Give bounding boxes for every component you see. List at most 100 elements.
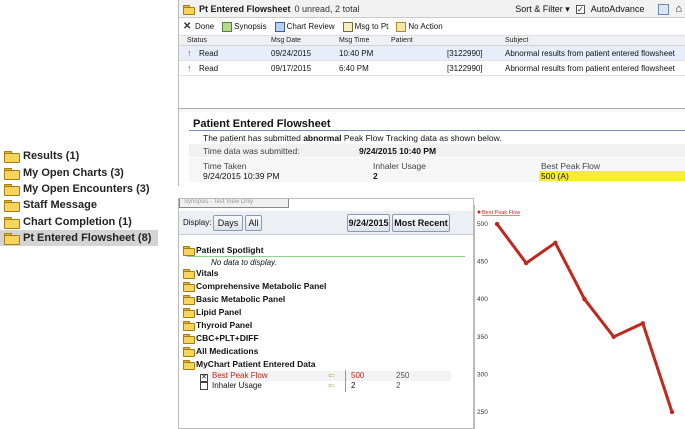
row-checkbox[interactable]	[200, 382, 208, 390]
no-action-button[interactable]: No Action	[396, 21, 443, 32]
section-cbc[interactable]: CBC+PLT+DIFF	[183, 332, 259, 344]
value-time-taken: 9/24/2015 10:39 PM	[203, 171, 280, 181]
folder-staff-message[interactable]: Staff Message	[0, 197, 158, 213]
msg-to-pt-button[interactable]: Msg to Pt	[342, 21, 389, 32]
folder-icon	[4, 167, 20, 180]
auto-advance-checkbox[interactable]: ✓	[575, 4, 585, 14]
time-value: 9/24/2015 10:40 PM	[359, 146, 437, 156]
synopsis-label: Synopsis	[234, 22, 267, 31]
done-button[interactable]: ✕ Done	[183, 21, 214, 32]
folder-icon	[4, 151, 20, 164]
folder-chart-completion[interactable]: Chart Completion (1)	[0, 214, 158, 230]
data-point[interactable]	[494, 221, 500, 227]
red-arrow-up-icon: ↑	[187, 63, 192, 73]
comment-icon[interactable]: ⇦	[328, 381, 335, 391]
no-action-label: No Action	[408, 22, 443, 31]
y-tick-label: 500	[477, 221, 488, 228]
data-point[interactable]	[640, 321, 646, 326]
row-date: 09/24/2015	[271, 49, 312, 58]
display-label: Display:	[183, 218, 212, 227]
no-action-icon	[396, 21, 407, 32]
y-tick-label: 450	[477, 259, 488, 266]
panel-divider[interactable]	[179, 108, 685, 112]
row-time: 10:40 PM	[339, 49, 374, 58]
y-tick-label: 300	[477, 371, 488, 378]
series-line	[495, 223, 674, 413]
inbox-panel: Pt Entered Flowsheet 0 unread, 2 total S…	[178, 0, 685, 186]
synopsis-button[interactable]: Synopsis	[222, 21, 267, 32]
synopsis-tab[interactable]: Synopsis - Test View Only	[179, 199, 289, 208]
folder-my-open-charts[interactable]: My Open Charts (3)	[0, 164, 158, 180]
layout-icon[interactable]	[658, 3, 670, 15]
row-status: Read	[199, 64, 219, 73]
folder-pt-entered-flowsheet[interactable]: Pt Entered Flowsheet (8)	[0, 229, 158, 247]
column-header-status[interactable]: Status	[187, 36, 207, 46]
column-header-subject[interactable]: Subject	[505, 36, 528, 46]
column-header-patient[interactable]: Patient	[391, 36, 413, 46]
date-button[interactable]: 9/24/2015	[347, 214, 390, 232]
no-data-text: No data to display.	[211, 258, 277, 267]
comment-icon[interactable]: ⇦	[328, 371, 335, 381]
data-point[interactable]	[553, 240, 558, 245]
folder-icon	[183, 347, 195, 357]
flowsheet-row-best-peak-flow[interactable]: ✕ Best Peak Flow ⇦ 500 250	[200, 370, 451, 382]
value-inhaler-usage: 2	[373, 171, 378, 181]
y-tick-label: 350	[477, 334, 488, 341]
section-label: Thyroid Panel	[196, 320, 253, 330]
red-arrow-up-icon: ↑	[187, 48, 192, 58]
row-name: Inhaler Usage	[212, 381, 262, 390]
title-rule	[189, 130, 685, 131]
days-button[interactable]: Days	[213, 215, 243, 231]
table-row[interactable]: ↑ Read 09/24/2015 10:40 PM [3122990] Abn…	[179, 46, 685, 61]
folder-icon	[183, 282, 195, 292]
section-all-medications[interactable]: All Medications	[183, 345, 258, 357]
submitted-bold: abnormal	[303, 133, 342, 143]
legend-label[interactable]: Best Peak Flow	[482, 210, 520, 216]
sort-filter-button[interactable]: Sort & Filter ▾	[515, 4, 570, 15]
row-subject: Abnormal results from patient entered fl…	[505, 64, 675, 73]
message-table: Status Msg Date Msg Time Patient Subject…	[179, 36, 685, 76]
column-header-msg-date[interactable]: Msg Date	[271, 36, 301, 46]
section-basic-metabolic-panel[interactable]: Basic Metabolic Panel	[183, 293, 285, 305]
section-vitals[interactable]: Vitals	[183, 267, 219, 279]
folder-icon	[4, 233, 20, 246]
display-bar: Display: Days All 9/24/2015 Most Recent	[179, 211, 473, 235]
data-point[interactable]	[582, 297, 587, 302]
table-row[interactable]: ↑ Read 09/17/2015 6:40 PM [3122990] Abno…	[179, 61, 685, 76]
data-point[interactable]	[611, 334, 616, 339]
folder-results[interactable]: Results (1)	[0, 148, 158, 164]
folder-list: Results (1) My Open Charts (3) My Open E…	[0, 148, 158, 247]
row-patient: [3122990]	[447, 64, 483, 73]
column-header-msg-time[interactable]: Msg Time	[339, 36, 369, 46]
row-patient: [3122990]	[447, 49, 483, 58]
home-icon[interactable]: ⌂	[675, 3, 682, 15]
folder-my-open-encounters[interactable]: My Open Encounters (3)	[0, 181, 158, 197]
flowsheet-row-inhaler-usage[interactable]: Inhaler Usage ⇦ 2 2	[200, 380, 451, 392]
folder-icon	[183, 308, 195, 318]
section-lipid-panel[interactable]: Lipid Panel	[183, 306, 241, 318]
data-point[interactable]	[669, 409, 675, 415]
folder-label: Staff Message	[23, 199, 97, 212]
inbox-toolbar: ✕ Done Synopsis Chart Review Msg to Pt No…	[179, 18, 685, 36]
y-tick-label: 400	[477, 296, 488, 303]
most-recent-button[interactable]: Most Recent	[392, 214, 450, 232]
section-thyroid-panel[interactable]: Thyroid Panel	[183, 319, 252, 331]
section-comprehensive-metabolic-panel[interactable]: Comprehensive Metabolic Panel	[183, 280, 326, 292]
chart-review-button[interactable]: Chart Review	[274, 21, 335, 32]
folder-icon	[183, 334, 195, 344]
msg-to-pt-label: Msg to Pt	[354, 22, 389, 31]
folder-icon	[4, 200, 20, 213]
synopsis-icon	[222, 21, 233, 32]
detail-title: Patient Entered Flowsheet	[193, 118, 331, 130]
folder-label: Results (1)	[23, 150, 80, 163]
all-button[interactable]: All	[245, 215, 262, 231]
row-value-latest: 500	[351, 371, 365, 380]
section-label: MyChart Patient Entered Data	[196, 359, 316, 369]
data-point[interactable]	[523, 260, 529, 266]
header-best-peak-flow: Best Peak Flow	[541, 161, 601, 171]
row-date: 09/17/2015	[271, 64, 312, 73]
section-label: All Medications	[196, 346, 259, 356]
row-name: Best Peak Flow	[212, 371, 268, 380]
section-mychart-patient-entered-data[interactable]: MyChart Patient Entered Data	[183, 358, 316, 370]
section-patient-spotlight[interactable]: Patient Spotlight	[183, 244, 264, 256]
